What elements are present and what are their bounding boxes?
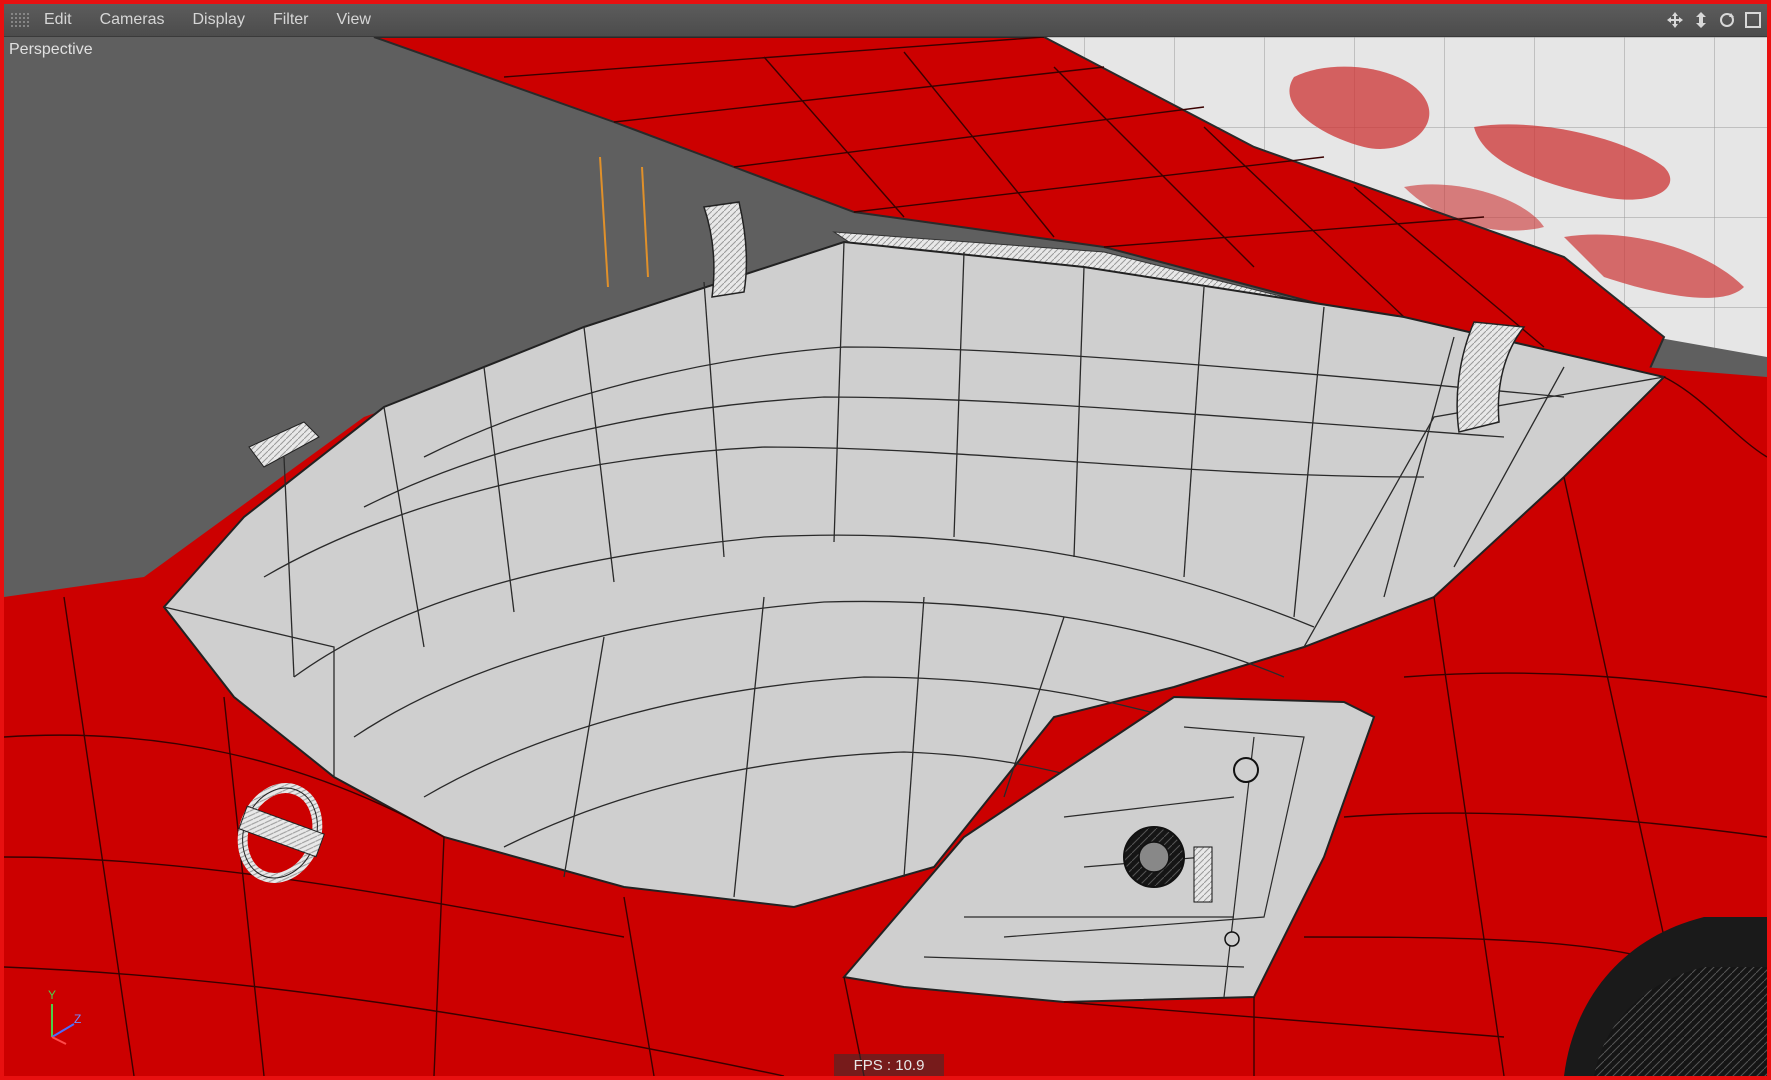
scene-render [4,37,1767,1076]
viewport-nav-icons [1665,10,1763,30]
menu-cameras[interactable]: Cameras [96,9,169,31]
menu-edit[interactable]: Edit [40,9,76,31]
axis-y-label: Y [48,988,57,1002]
axis-gizmo: Y Z [44,988,94,1052]
menu-filter[interactable]: Filter [269,9,313,31]
move-icon[interactable] [1665,10,1685,30]
dolly-icon[interactable] [1691,10,1711,30]
app-window: Edit Cameras Display Filter View Perspec… [0,0,1771,1080]
menu-display[interactable]: Display [188,9,248,31]
maximize-icon[interactable] [1743,10,1763,30]
viewport-menubar: Edit Cameras Display Filter View [4,4,1767,37]
fps-counter: FPS : 10.9 [834,1054,944,1076]
panel-grip-handle[interactable] [10,12,30,28]
headlight-small-lens [1233,757,1259,783]
menu-view[interactable]: View [333,9,375,31]
perspective-viewport[interactable]: Perspective Y Z FPS : 10.9 [4,37,1767,1076]
camera-label[interactable]: Perspective [9,41,93,59]
rotate-icon[interactable] [1717,10,1737,30]
axis-z-label: Z [74,1012,82,1026]
